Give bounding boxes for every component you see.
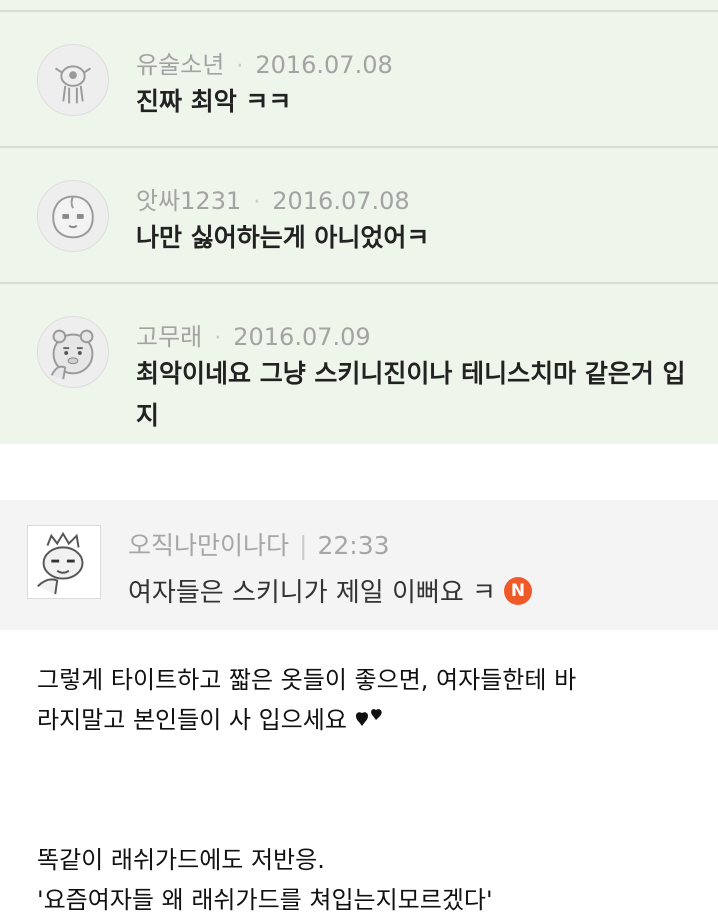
two-hearts-icon <box>353 704 385 730</box>
comment-author[interactable]: 유술소년 <box>136 51 224 79</box>
comment-date: 2016.07.08 <box>255 51 393 79</box>
post-paragraph: 똑같이 래쉬가드에도 저반응. '요즘여자들 왜 래쉬가드를 쳐입는지모르겠다' <box>37 840 697 920</box>
comment-date: 2016.07.09 <box>233 323 371 351</box>
new-badge: N <box>503 576 532 605</box>
apeach-peach-icon[interactable] <box>37 180 109 252</box>
post-paragraph: 그렇게 타이트하고 짧은 옷들이 좋으면, 여자들한테 바 라지말고 본인들이 … <box>37 660 697 740</box>
post-line-text: 라지말고 본인들이 사 입으세요 <box>37 706 347 734</box>
featured-comment-panel <box>0 500 718 630</box>
comment-text: 나만 싫어하는게 아니었어ㅋ <box>136 223 430 252</box>
comment-divider <box>0 146 718 148</box>
post-line: '요즘여자들 왜 래쉬가드를 쳐입는지모르겠다' <box>37 886 493 914</box>
comment-meta: 유술소년 · 2016.07.08 <box>136 45 393 80</box>
comment-divider <box>0 10 718 12</box>
featured-comment-row: 여자들은 스키니가 제일 이뻐요 ㅋ N <box>128 572 532 609</box>
cartoon-cat-character-icon[interactable] <box>27 525 101 599</box>
featured-comment-author[interactable]: 오직나만이나다 <box>128 531 289 560</box>
comment-divider <box>0 282 718 284</box>
featured-comment-time: 22:33 <box>317 531 390 560</box>
post-line: 라지말고 본인들이 사 입으세요 <box>37 700 697 740</box>
ryan-lion-icon[interactable] <box>37 316 109 388</box>
post-line: 그렇게 타이트하고 짧은 옷들이 좋으면, 여자들한테 바 <box>37 666 577 694</box>
comment-date: 2016.07.08 <box>272 187 410 215</box>
featured-comment-meta: 오직나만이나다 | 22:33 <box>128 526 390 562</box>
alien-character-icon[interactable] <box>37 44 109 116</box>
meta-separator: · <box>253 190 261 215</box>
post-line: 똑같이 래쉬가드에도 저반응. <box>37 846 325 874</box>
comment-text: 진짜 최악 ㅋㅋ <box>136 87 292 116</box>
comment-text: 최악이네요 그냥 스키니진이나 테니스치마 같은거 입지 <box>136 359 686 430</box>
comment-author[interactable]: 앗싸1231 <box>136 187 241 215</box>
comment-meta: 앗싸1231 · 2016.07.08 <box>136 181 410 216</box>
meta-separator: · <box>214 326 222 351</box>
meta-separator: · <box>236 54 244 79</box>
comment-meta: 고무래 · 2016.07.09 <box>136 317 371 352</box>
meta-separator: | <box>299 531 308 560</box>
comment-author[interactable]: 고무래 <box>136 323 202 351</box>
featured-comment-text: 여자들은 스키니가 제일 이뻐요 ㅋ <box>128 578 496 608</box>
